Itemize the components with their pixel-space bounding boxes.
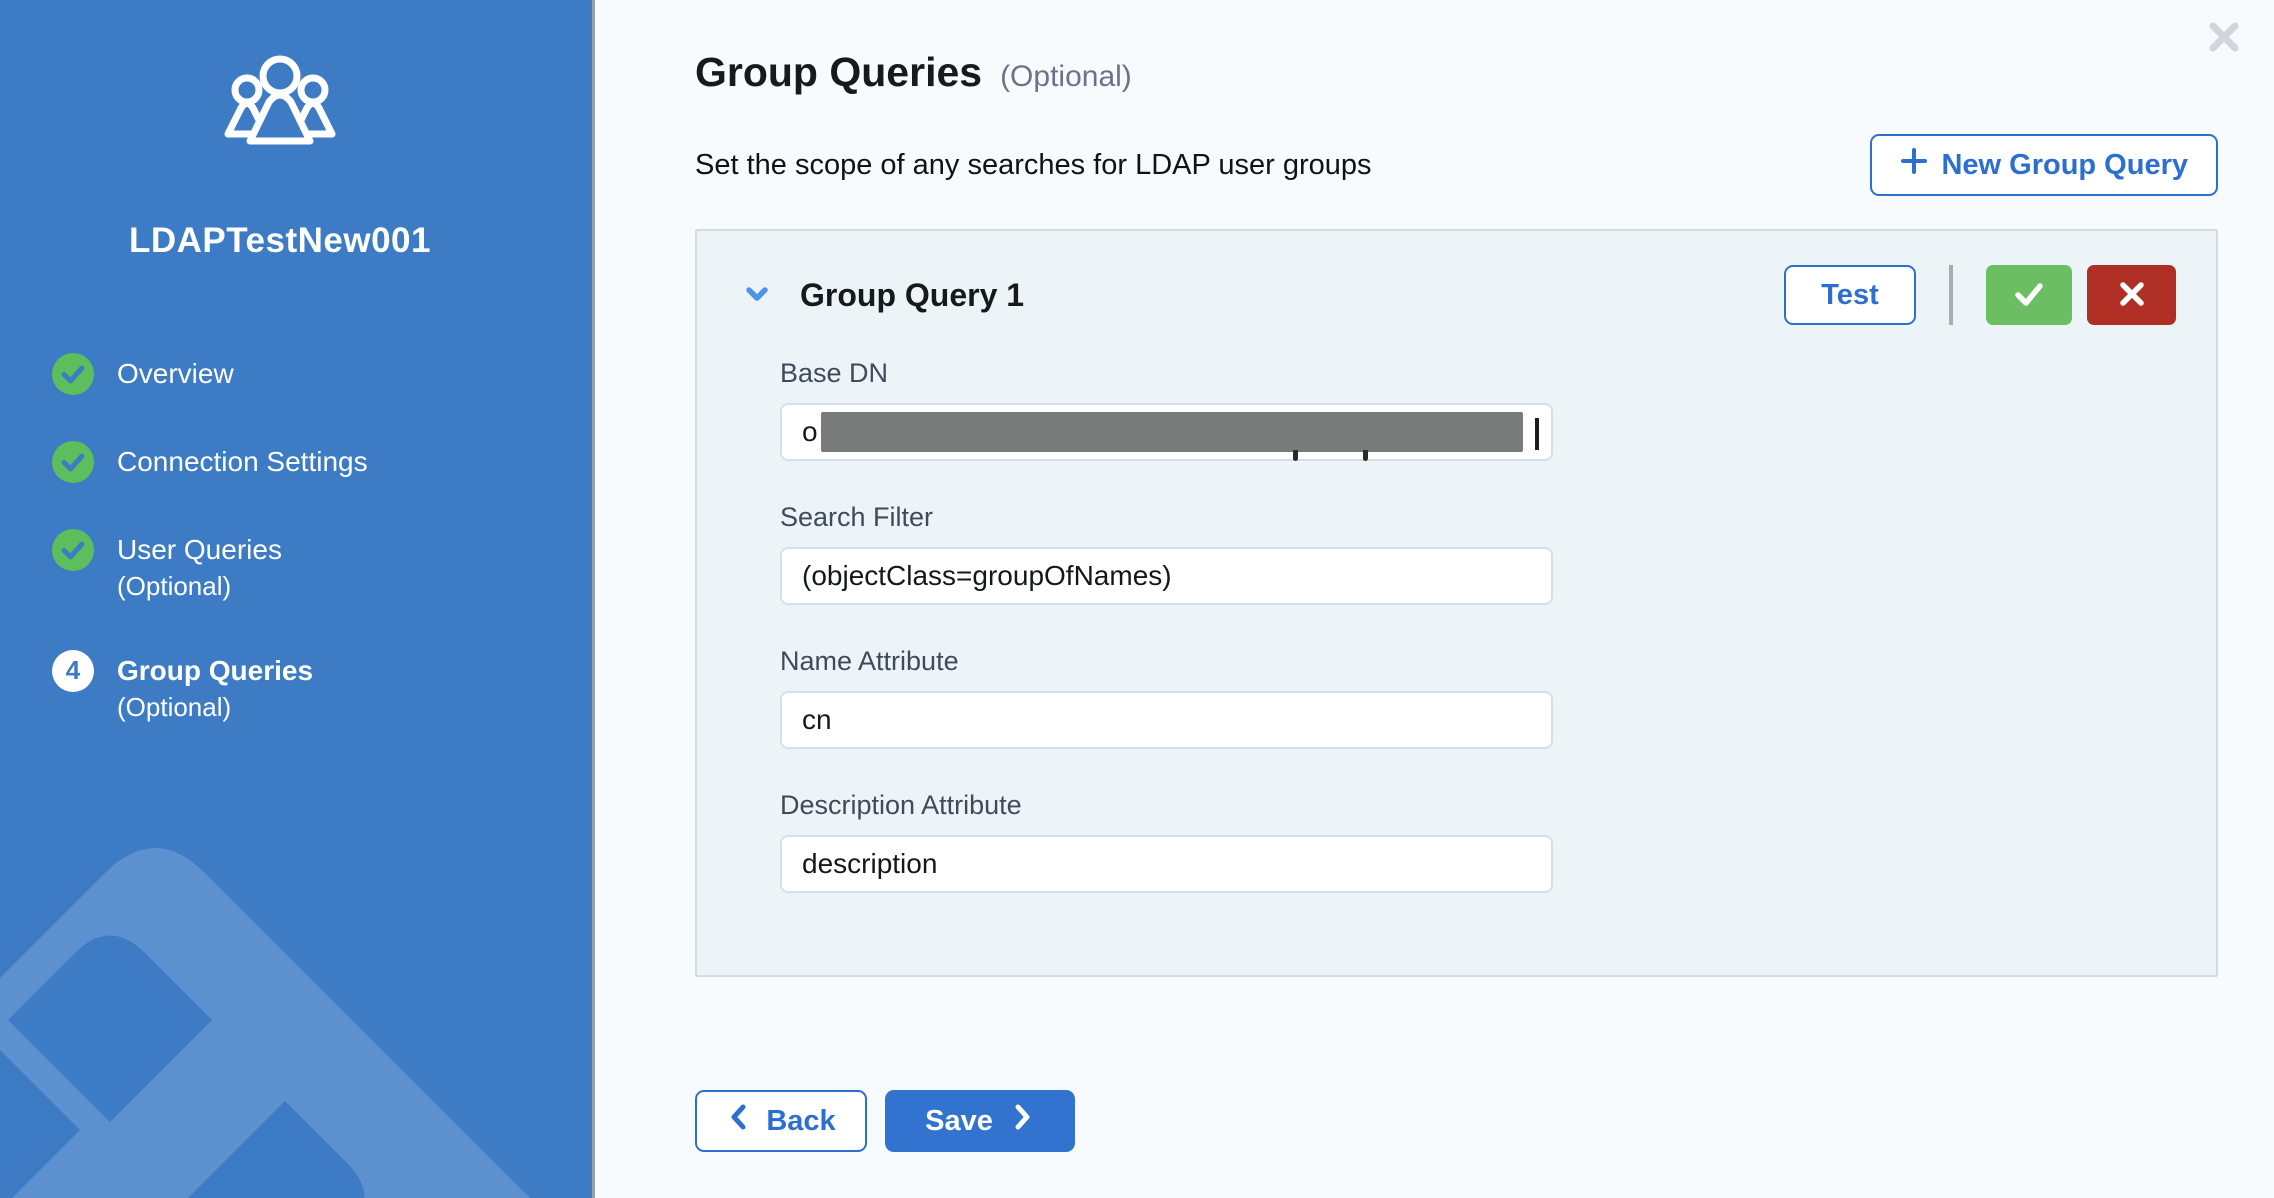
- redaction-bar: [821, 412, 1523, 452]
- group-query-card: Group Query 1 Test: [695, 229, 2218, 977]
- base-dn-label: Base DN: [780, 358, 2176, 389]
- search-filter-label: Search Filter: [780, 502, 2176, 533]
- check-circle-icon: [52, 529, 94, 571]
- base-dn-visible-prefix: o: [802, 416, 818, 448]
- group-queries-panel: Group Queries (Optional) Set the scope o…: [598, 0, 2274, 1198]
- check-circle-icon: [52, 353, 94, 395]
- step-label: Group Queries: [117, 655, 313, 687]
- connection-name-title: LDAPTestNew001: [0, 221, 560, 261]
- optional-tag: (Optional): [1000, 60, 1132, 94]
- step-number-badge: 4: [52, 650, 94, 692]
- name-attribute-input[interactable]: [780, 691, 1553, 749]
- redaction-artifact: [1535, 418, 1539, 450]
- close-button[interactable]: [2200, 14, 2248, 62]
- step-sublabel: (Optional): [117, 570, 282, 604]
- user-group-icon: [220, 52, 340, 153]
- plus-icon: [1900, 147, 1928, 183]
- x-icon: [2116, 278, 2148, 313]
- save-button[interactable]: Save: [885, 1090, 1075, 1152]
- vertical-divider: [1949, 265, 1953, 325]
- step-label: User Queries: [117, 534, 282, 566]
- search-filter-input[interactable]: [780, 547, 1553, 605]
- chevron-right-icon: [1009, 1102, 1035, 1140]
- sidebar-item-user-queries[interactable]: User Queries (Optional): [52, 529, 560, 604]
- step-label: Overview: [117, 358, 234, 390]
- check-circle-icon: [52, 441, 94, 483]
- new-group-query-button[interactable]: New Group Query: [1870, 134, 2218, 196]
- base-dn-input[interactable]: o: [780, 403, 1553, 461]
- description-attribute-label: Description Attribute: [780, 790, 2176, 821]
- confirm-button[interactable]: [1986, 265, 2072, 325]
- test-button[interactable]: Test: [1784, 265, 1916, 325]
- sidebar-item-overview[interactable]: Overview: [52, 353, 560, 395]
- wizard-steps: Overview Connection Settings: [0, 353, 560, 771]
- sidebar-item-group-queries[interactable]: 4 Group Queries (Optional): [52, 650, 560, 725]
- chevron-down-icon: [741, 278, 773, 313]
- delete-button[interactable]: [2087, 265, 2176, 325]
- page-subtitle: Set the scope of any searches for LDAP u…: [695, 149, 1372, 182]
- ldap-wizard-modal: LDAPTestNew001 Overview: [0, 0, 2274, 1198]
- collapse-toggle-button[interactable]: [739, 277, 775, 313]
- description-attribute-input[interactable]: [780, 835, 1553, 893]
- save-label: Save: [925, 1105, 993, 1138]
- wizard-sidebar: LDAPTestNew001 Overview: [0, 0, 595, 1198]
- step-sublabel: (Optional): [117, 691, 313, 725]
- sidebar-item-connection-settings[interactable]: Connection Settings: [52, 441, 560, 483]
- new-group-query-label: New Group Query: [1941, 149, 2188, 182]
- back-label: Back: [766, 1105, 835, 1138]
- back-button[interactable]: Back: [695, 1090, 867, 1152]
- group-query-title: Group Query 1: [800, 277, 1024, 314]
- chevron-left-icon: [726, 1102, 752, 1140]
- step-label: Connection Settings: [117, 446, 368, 478]
- check-icon: [2010, 275, 2048, 316]
- page-title: Group Queries: [695, 52, 982, 93]
- name-attribute-label: Name Attribute: [780, 646, 2176, 677]
- close-icon: [2206, 19, 2242, 58]
